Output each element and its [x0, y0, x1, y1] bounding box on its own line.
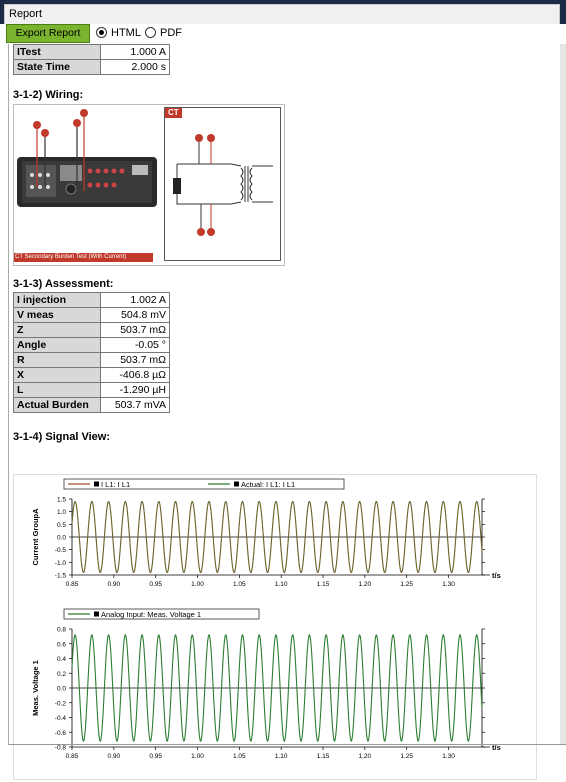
y-tick-label: -0.2 — [55, 700, 67, 707]
title-bar: Report — [0, 0, 566, 24]
x-tick-label: 1.00 — [191, 753, 204, 760]
x-tick-label: 1.10 — [275, 753, 288, 760]
assessment-value: -1.290 µH — [100, 382, 170, 398]
legend-marker — [94, 481, 99, 487]
param-key: State Time — [13, 59, 101, 75]
x-tick-label: 0.85 — [66, 753, 79, 760]
html-radio-label[interactable]: HTML — [111, 27, 141, 39]
tab-report-label: Report — [9, 8, 43, 20]
signal-chart-panel: I L1: I L1 Actual: I L1: I L1 1.5 1.0 0.5 0.0… — [13, 474, 537, 780]
x-tick-label: 1.25 — [400, 753, 413, 760]
legend-marker — [234, 481, 239, 487]
assessment-value: 504.8 mV — [100, 307, 170, 323]
table-row: Actual Burden 503.7 mVA — [13, 397, 170, 413]
assessment-key: R — [13, 352, 101, 368]
x-tick-label: 1.25 — [400, 581, 413, 588]
assessment-key: X — [13, 367, 101, 383]
x-tick-label: 1.30 — [442, 581, 455, 588]
signal-charts: I L1: I L1 Actual: I L1: I L1 1.5 1.0 0.5 0.0… — [31, 478, 501, 760]
wiring-diagram: CT Secondary Burden Test (With Current) … — [13, 104, 285, 266]
y-tick-label: -0.8 — [55, 745, 67, 752]
x-tick-label: 1.30 — [442, 753, 455, 760]
x-tick-label: 1.00 — [191, 581, 204, 588]
test-set-image — [17, 109, 157, 207]
x-tick-label: 0.95 — [149, 753, 162, 760]
table-row: R 503.7 mΩ — [13, 352, 170, 368]
toolbar: Export Report HTML PDF — [4, 24, 566, 44]
signal-view-title: 3-1-4) Signal View: — [13, 431, 110, 443]
wiring-title: 3-1-2) Wiring: — [13, 89, 84, 101]
x-tick-label: 0.90 — [108, 581, 121, 588]
param-value: 2.000 s — [100, 59, 170, 75]
assessment-key: Angle — [13, 337, 101, 353]
assessment-key: Actual Burden — [13, 397, 101, 413]
assessment-key: L — [13, 382, 101, 398]
x-tick-label: 1.20 — [359, 753, 372, 760]
table-row: L -1.290 µH — [13, 382, 170, 398]
table-row: V meas 504.8 mV — [13, 307, 170, 323]
assessment-value: 503.7 mΩ — [100, 322, 170, 338]
table-row: Angle -0.05 ° — [13, 337, 170, 353]
test-parameters-table: ITest 1.000 A State Time 2.000 s — [13, 44, 170, 75]
assessment-key: Z — [13, 322, 101, 338]
assessment-value: 1.002 A — [100, 292, 170, 308]
divider — [8, 744, 566, 745]
assessment-table: I injection 1.002 AV meas 504.8 mV Z 503.7 m… — [13, 292, 170, 413]
assessment-value: -0.05 ° — [100, 337, 170, 353]
report-content: ITest 1.000 A State Time 2.000 s 3-1-2) … — [8, 44, 566, 780]
x-tick-label: 1.05 — [233, 581, 246, 588]
y-tick-label: -0.5 — [55, 547, 67, 554]
x-tick-label: 1.10 — [275, 581, 288, 588]
table-row: Z 503.7 mΩ — [13, 322, 170, 338]
y-tick-label: 0.0 — [57, 686, 66, 693]
y-tick-label: 1.0 — [57, 509, 66, 516]
ct-schematic — [173, 134, 273, 236]
param-key: ITest — [13, 44, 101, 60]
table-row: State Time 2.000 s — [13, 59, 170, 75]
y-axis-label: Meas. Voltage 1 — [31, 660, 40, 716]
legend-marker — [94, 611, 99, 617]
assessment-title: 3-1-3) Assessment: — [13, 278, 114, 290]
pdf-radio[interactable] — [145, 27, 156, 38]
legend-label: I L1: I L1 — [101, 480, 130, 489]
param-value: 1.000 A — [100, 44, 170, 60]
y-tick-label: 0.2 — [57, 671, 66, 678]
table-row: I injection 1.002 A — [13, 292, 170, 308]
y-tick-label: 0.4 — [57, 656, 66, 663]
y-tick-label: -0.4 — [55, 715, 67, 722]
y-tick-label: 0.5 — [57, 522, 66, 529]
legend-label: Actual: I L1: I L1 — [241, 480, 295, 489]
x-axis-label: t/s — [492, 571, 501, 580]
y-tick-label: -0.6 — [55, 730, 67, 737]
y-tick-label: -1.0 — [55, 560, 67, 567]
y-tick-label: 0.8 — [57, 627, 66, 634]
assessment-value: 503.7 mΩ — [100, 352, 170, 368]
table-row: X -406.8 µΩ — [13, 367, 170, 383]
x-tick-label: 1.05 — [233, 753, 246, 760]
export-report-button[interactable]: Export Report — [6, 24, 90, 43]
y-tick-label: 1.5 — [57, 497, 66, 504]
x-tick-label: 0.85 — [66, 581, 79, 588]
x-tick-label: 1.15 — [317, 581, 330, 588]
table-row: ITest 1.000 A — [13, 44, 170, 60]
y-tick-label: -1.5 — [55, 573, 67, 580]
assessment-value: -406.8 µΩ — [100, 367, 170, 383]
assessment-value: 503.7 mVA — [100, 397, 170, 413]
ct-diagram: CT — [164, 107, 281, 261]
y-tick-label: 0.0 — [57, 535, 66, 542]
legend-label: Analog Input: Meas. Voltage 1 — [101, 610, 201, 619]
tab-report[interactable]: Report — [4, 4, 560, 24]
x-tick-label: 0.90 — [108, 753, 121, 760]
y-axis-label: Current GroupA — [31, 508, 40, 566]
assessment-key: V meas — [13, 307, 101, 323]
html-radio[interactable] — [96, 27, 107, 38]
x-tick-label: 1.20 — [359, 581, 372, 588]
x-tick-label: 0.95 — [149, 581, 162, 588]
assessment-key: I injection — [13, 292, 101, 308]
y-tick-label: 0.6 — [57, 641, 66, 648]
wiring-caption: CT Secondary Burden Test (With Current) — [14, 253, 153, 262]
x-tick-label: 1.15 — [317, 753, 330, 760]
pdf-radio-label[interactable]: PDF — [160, 27, 182, 39]
